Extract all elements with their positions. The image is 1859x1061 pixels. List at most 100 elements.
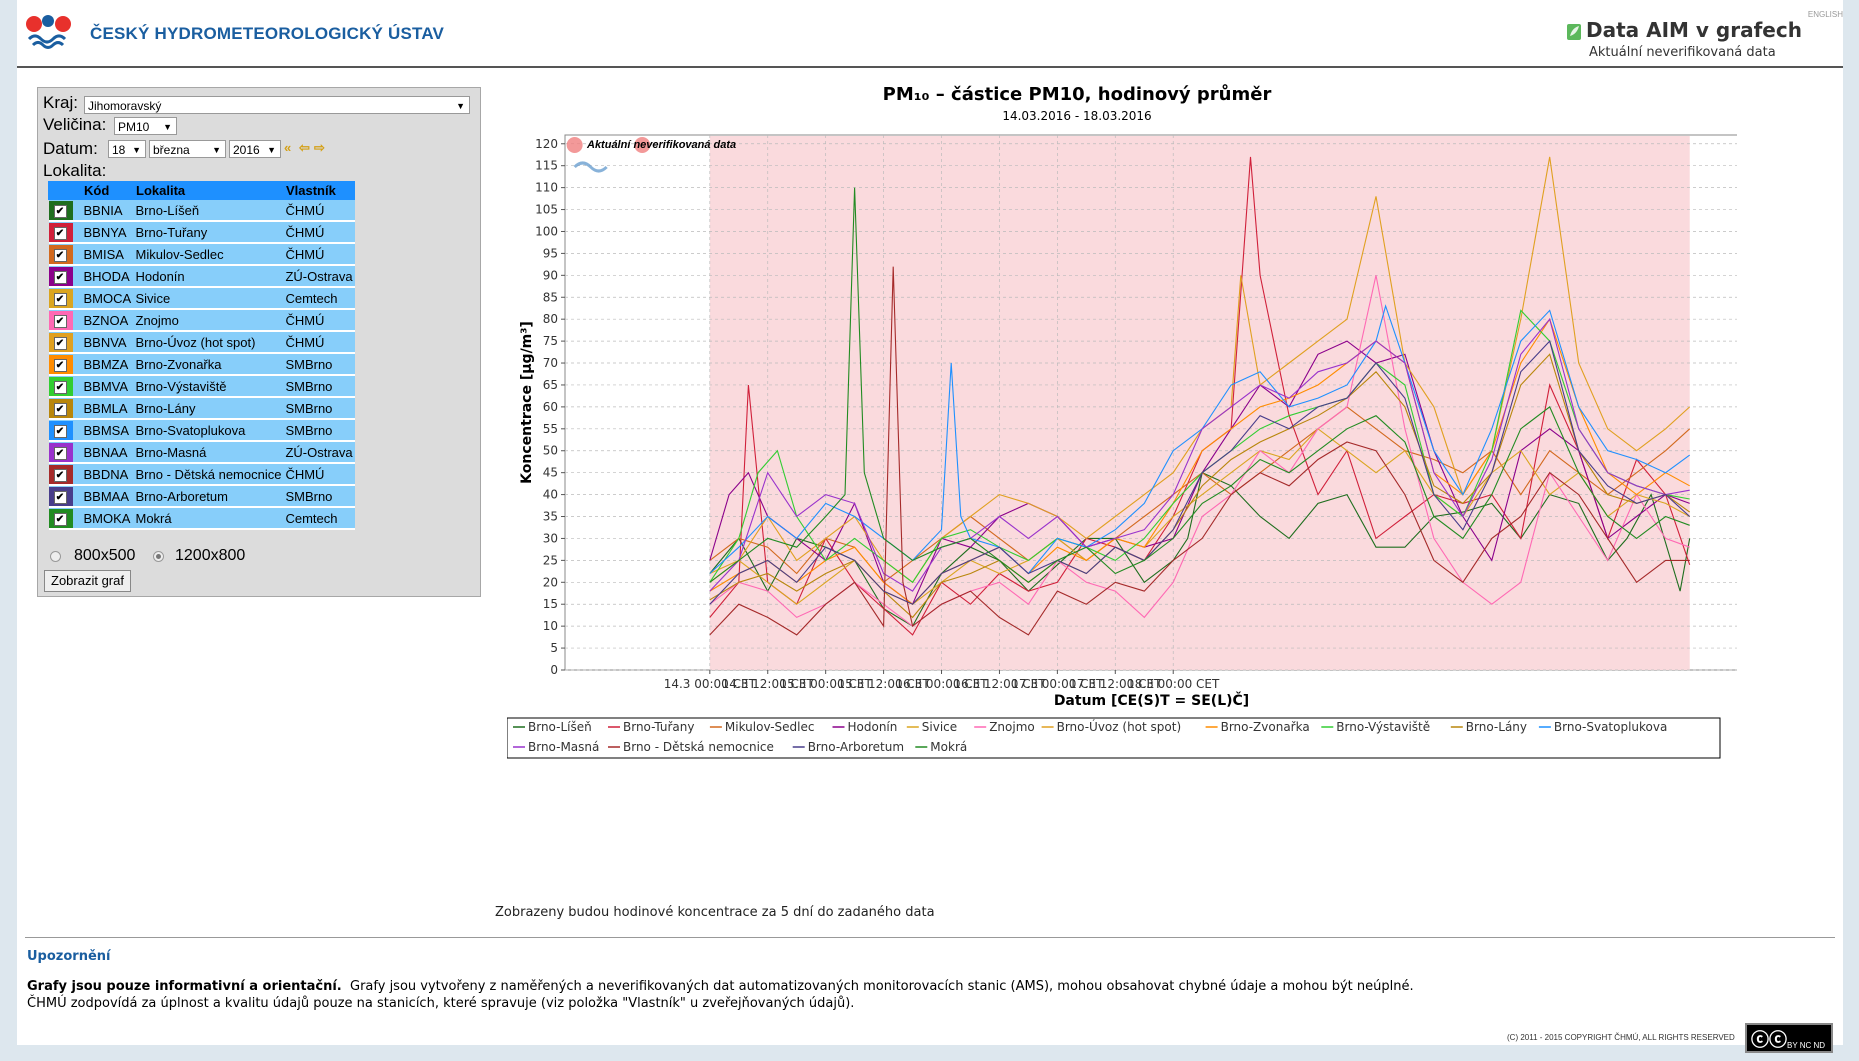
size-800-radio[interactable] [50,551,61,562]
station-checkbox[interactable]: ✔ [53,314,67,328]
station-row[interactable]: ✔ BBNVA Brno-Úvoz (hot spot) ČHMÚ [48,331,355,354]
station-checkbox-cell: ✔ [48,375,82,398]
legend-label[interactable]: Brno-Líšeň [528,720,592,734]
chmu-logo[interactable] [25,14,75,50]
station-checkbox[interactable]: ✔ [53,204,67,218]
station-row[interactable]: ✔ BZNOA Znojmo ČHMÚ [48,309,355,332]
chart-title: PM₁₀ – částice PM10, hodinový průměr [882,84,1272,105]
chart-subtitle: 14.03.2016 - 18.03.2016 [1002,109,1152,123]
y-tick-label: 75 [543,334,558,348]
legend-label[interactable]: Sivice [922,720,957,734]
legend-label[interactable]: Brno-Lány [1466,720,1527,734]
legend-label[interactable]: Brno - Dětská nemocnice [623,740,774,754]
station-row[interactable]: ✔ BBMZA Brno-Zvonařka SMBrno [48,353,355,376]
station-row[interactable]: ✔ BMOCA Sivice Cemtech [48,287,355,310]
size-1200-radio[interactable] [153,551,164,562]
station-color-swatch: ✔ [48,288,73,308]
station-checkbox[interactable]: ✔ [53,292,67,306]
station-row[interactable]: ✔ BBNIA Brno-Líšeň ČHMÚ [48,199,355,222]
station-checkbox[interactable]: ✔ [53,402,67,416]
station-color-swatch: ✔ [48,464,73,484]
station-owner: Cemtech [283,287,355,310]
station-code: BMOCA [81,287,134,310]
warning-line-2: ČHMÚ zodpovídá za úplnost a kvalitu údaj… [27,996,855,1011]
station-code: BBNYA [81,221,134,244]
station-owner: ZÚ-Ostrava [283,265,355,288]
station-row[interactable]: ✔ BBMAA Brno-Arboretum SMBrno [48,485,355,508]
watermark-logo-icon [566,137,583,153]
app-title: Data AIM v grafech [1586,18,1802,42]
station-checkbox-cell: ✔ [48,397,82,420]
first-day-icon[interactable]: « [284,140,291,155]
station-row[interactable]: ✔ BMOKA Mokrá Cemtech [48,507,355,530]
velicina-select[interactable]: PM10 ▼ [114,117,177,135]
station-checkbox[interactable]: ✔ [53,270,67,284]
station-checkbox[interactable]: ✔ [53,226,67,240]
legend-label[interactable]: Brno-Úvoz (hot spot) [1057,719,1182,734]
station-checkbox[interactable]: ✔ [53,468,67,482]
station-name: Brno-Zvonařka [133,353,284,376]
station-owner: ČHMÚ [283,309,355,332]
language-link[interactable]: ENGLISH [1808,10,1843,19]
day-select[interactable]: 18 ▼ [108,140,146,158]
warning-title: Upozornění [27,949,111,964]
station-row[interactable]: ✔ BBNAA Brno-Masná ZÚ-Ostrava [48,441,355,464]
station-checkbox[interactable]: ✔ [53,380,67,394]
show-graph-button[interactable]: Zobrazit graf [44,570,131,592]
station-owner: ČHMÚ [283,221,355,244]
station-checkbox[interactable]: ✔ [53,446,67,460]
next-day-icon[interactable]: ⇨ [314,140,325,156]
cc-license-badge[interactable]: ⓒⓒ BY NC ND [1745,1023,1833,1053]
y-tick-label: 85 [543,290,558,304]
dropdown-arrow-icon: ▼ [456,101,465,111]
station-code: BBNIA [81,199,134,222]
table-header-checkbox [48,181,82,200]
legend-label[interactable]: Mikulov-Sedlec [725,720,815,734]
station-checkbox[interactable]: ✔ [53,512,67,526]
station-color-swatch: ✔ [48,486,73,506]
station-owner: ČHMÚ [283,199,355,222]
y-tick-label: 80 [543,312,558,326]
y-tick-label: 95 [543,246,558,260]
previous-day-icon[interactable]: ⇦ [299,140,310,156]
station-row[interactable]: ✔ BBMLA Brno-Lány SMBrno [48,397,355,420]
legend-label[interactable]: Brno-Svatoplukova [1554,720,1667,734]
station-name: Znojmo [133,309,284,332]
station-checkbox[interactable]: ✔ [53,358,67,372]
station-checkbox[interactable]: ✔ [53,248,67,262]
station-row[interactable]: ✔ BMISA Mikulov-Sedlec ČHMÚ [48,243,355,266]
legend-label[interactable]: Brno-Tuřany [623,720,694,734]
station-color-swatch: ✔ [48,310,73,330]
station-row[interactable]: ✔ BBMSA Brno-Svatoplukova SMBrno [48,419,355,442]
station-code: BBNVA [81,331,134,354]
station-row[interactable]: ✔ BBMVA Brno-Výstaviště SMBrno [48,375,355,398]
station-checkbox[interactable]: ✔ [53,336,67,350]
y-tick-label: 120 [535,137,558,151]
month-select[interactable]: března ▼ [149,140,226,158]
station-row[interactable]: ✔ BBNYA Brno-Tuřany ČHMÚ [48,221,355,244]
divider [25,937,1835,938]
year-select[interactable]: 2016 ▼ [229,140,281,158]
org-name[interactable]: ČESKÝ HYDROMETEOROLOGICKÝ ÚSTAV [90,24,444,44]
legend-label[interactable]: Brno-Zvonařka [1221,720,1310,734]
legend-label[interactable]: Brno-Masná [528,740,599,754]
station-row[interactable]: ✔ BBDNA Brno - Dětská nemocnice ČHMÚ [48,463,355,486]
legend-label[interactable]: Znojmo [989,720,1035,734]
station-checkbox[interactable]: ✔ [53,490,67,504]
kraj-select[interactable]: Jihomoravský ▼ [84,96,470,114]
y-tick-label: 45 [543,466,558,480]
legend-label[interactable]: Hodonín [848,720,898,734]
velicina-label: Veličina: [43,115,107,134]
station-owner: SMBrno [283,419,355,442]
station-color-swatch: ✔ [48,398,73,418]
station-checkbox[interactable]: ✔ [53,424,67,438]
station-checkbox-cell: ✔ [48,419,82,442]
month-value: března [153,143,190,157]
legend-label[interactable]: Brno-Arboretum [808,740,904,754]
dropdown-arrow-icon: ▼ [212,145,221,155]
legend-label[interactable]: Mokrá [930,740,967,754]
y-tick-label: 65 [543,378,558,392]
legend-label[interactable]: Brno-Výstaviště [1336,720,1430,734]
kraj-label: Kraj: [43,93,78,112]
station-row[interactable]: ✔ BHODA Hodonín ZÚ-Ostrava [48,265,355,288]
